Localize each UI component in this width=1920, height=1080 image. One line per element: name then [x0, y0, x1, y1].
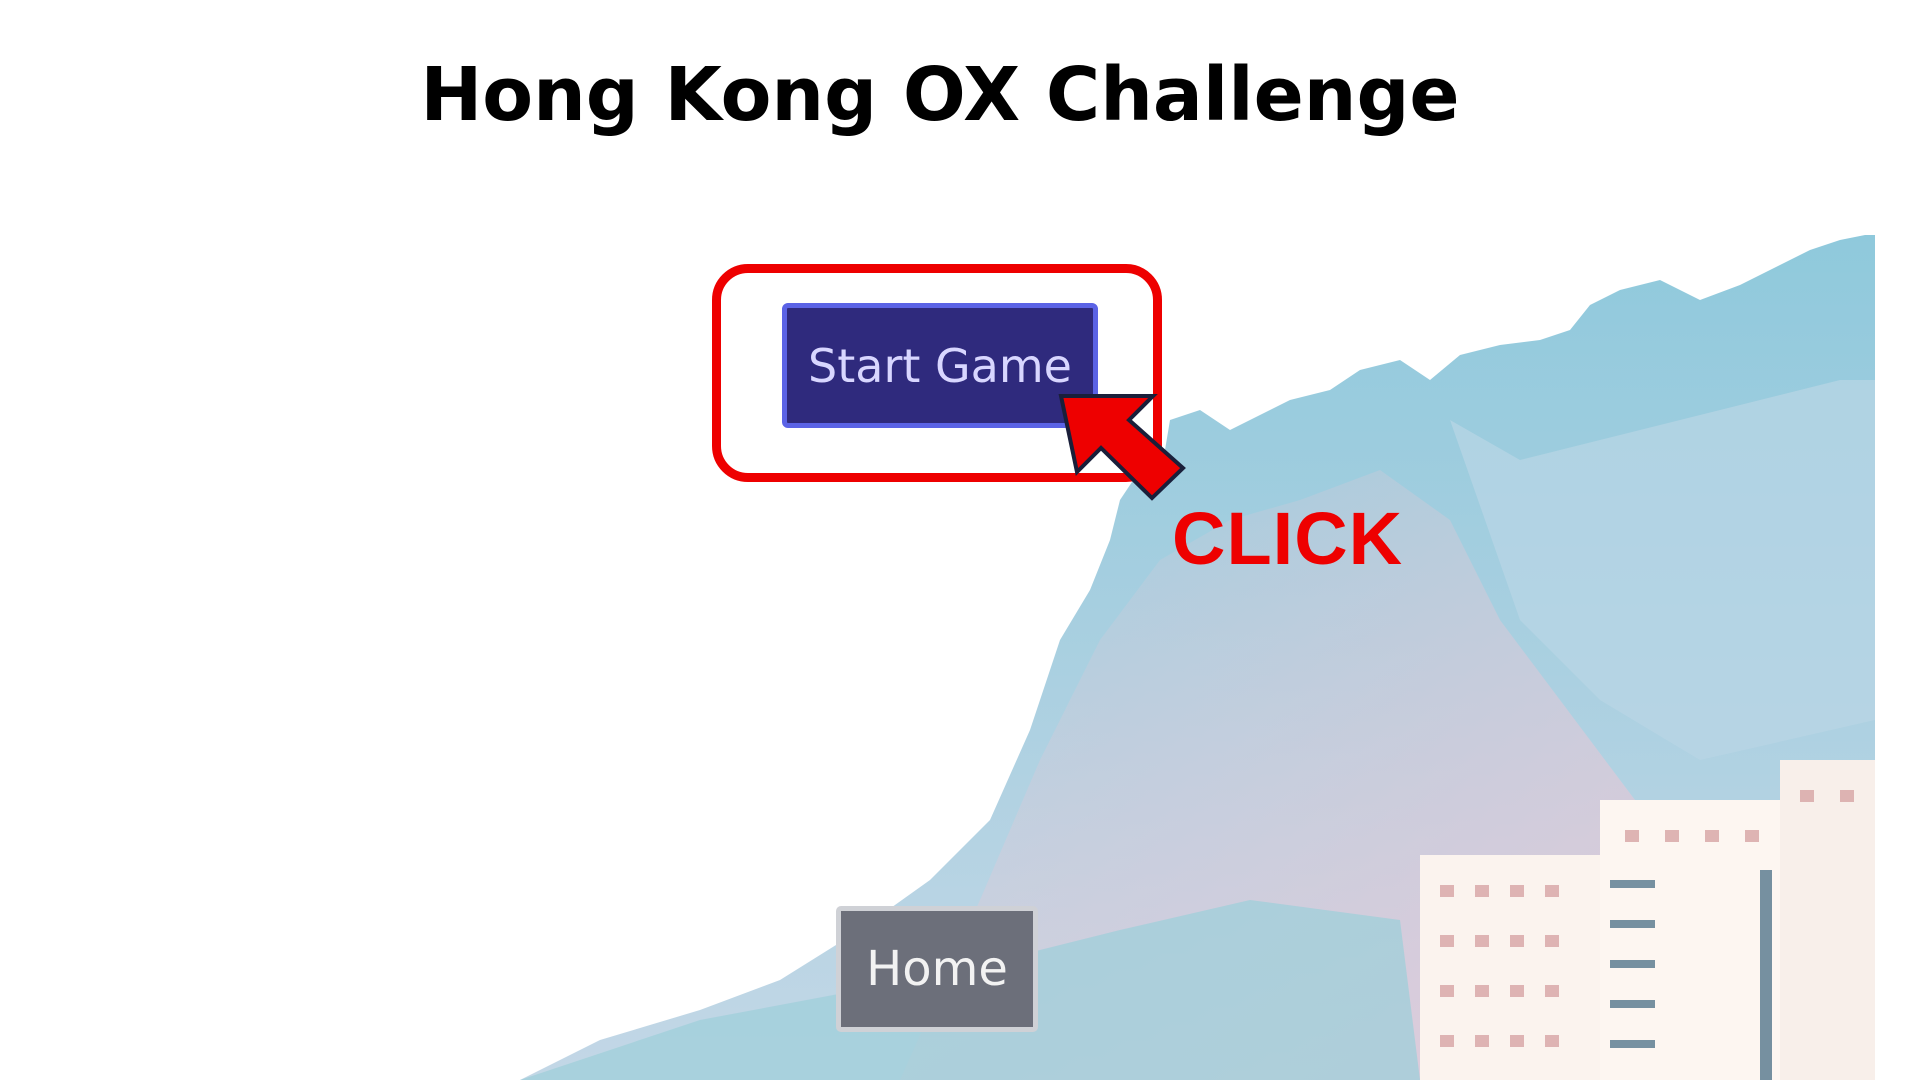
- page-title: Hong Kong OX Challenge: [420, 52, 1460, 138]
- game-start-screen: Hong Kong OX Challenge Start Game CLICK …: [0, 0, 1920, 1080]
- home-button-label: Home: [866, 941, 1008, 997]
- home-button[interactable]: Home: [836, 906, 1038, 1032]
- start-game-button-label: Start Game: [808, 338, 1072, 393]
- start-game-button[interactable]: Start Game: [782, 303, 1098, 428]
- click-annotation-label: CLICK: [1172, 497, 1404, 580]
